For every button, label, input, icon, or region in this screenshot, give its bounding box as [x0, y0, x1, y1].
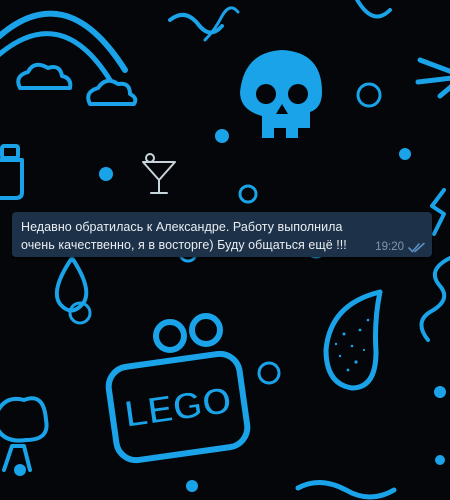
jar-icon	[0, 144, 24, 200]
message-time: 19:20	[375, 241, 404, 253]
cocktail-icon	[142, 153, 176, 194]
wave-icon	[419, 256, 450, 342]
tree-icon	[0, 396, 49, 472]
message-bubble[interactable]: Недавно обратилась к Александре. Работу …	[12, 212, 432, 257]
message-meta: 19:20	[375, 241, 426, 253]
circle-icon	[14, 129, 446, 492]
chat-window: LEGO Недавно обратилась к Александре. Ра…	[0, 0, 450, 500]
wave-icon	[355, 0, 392, 19]
cloud-icon	[16, 62, 138, 106]
message-text: Недавно обратилась к Александре. Работу …	[21, 220, 347, 252]
lego-icon: LEGO	[105, 313, 251, 464]
skull-icon	[240, 50, 322, 138]
wave-icon	[203, 6, 240, 42]
drop-icon	[323, 289, 383, 391]
wave-icon	[430, 188, 446, 236]
double-check-icon	[408, 242, 425, 252]
rainbow-icon	[0, 10, 128, 83]
drop-icon	[55, 256, 89, 313]
svg-text:LEGO: LEGO	[122, 380, 234, 437]
shape-icon	[295, 480, 397, 500]
arrow-icon	[415, 57, 450, 99]
